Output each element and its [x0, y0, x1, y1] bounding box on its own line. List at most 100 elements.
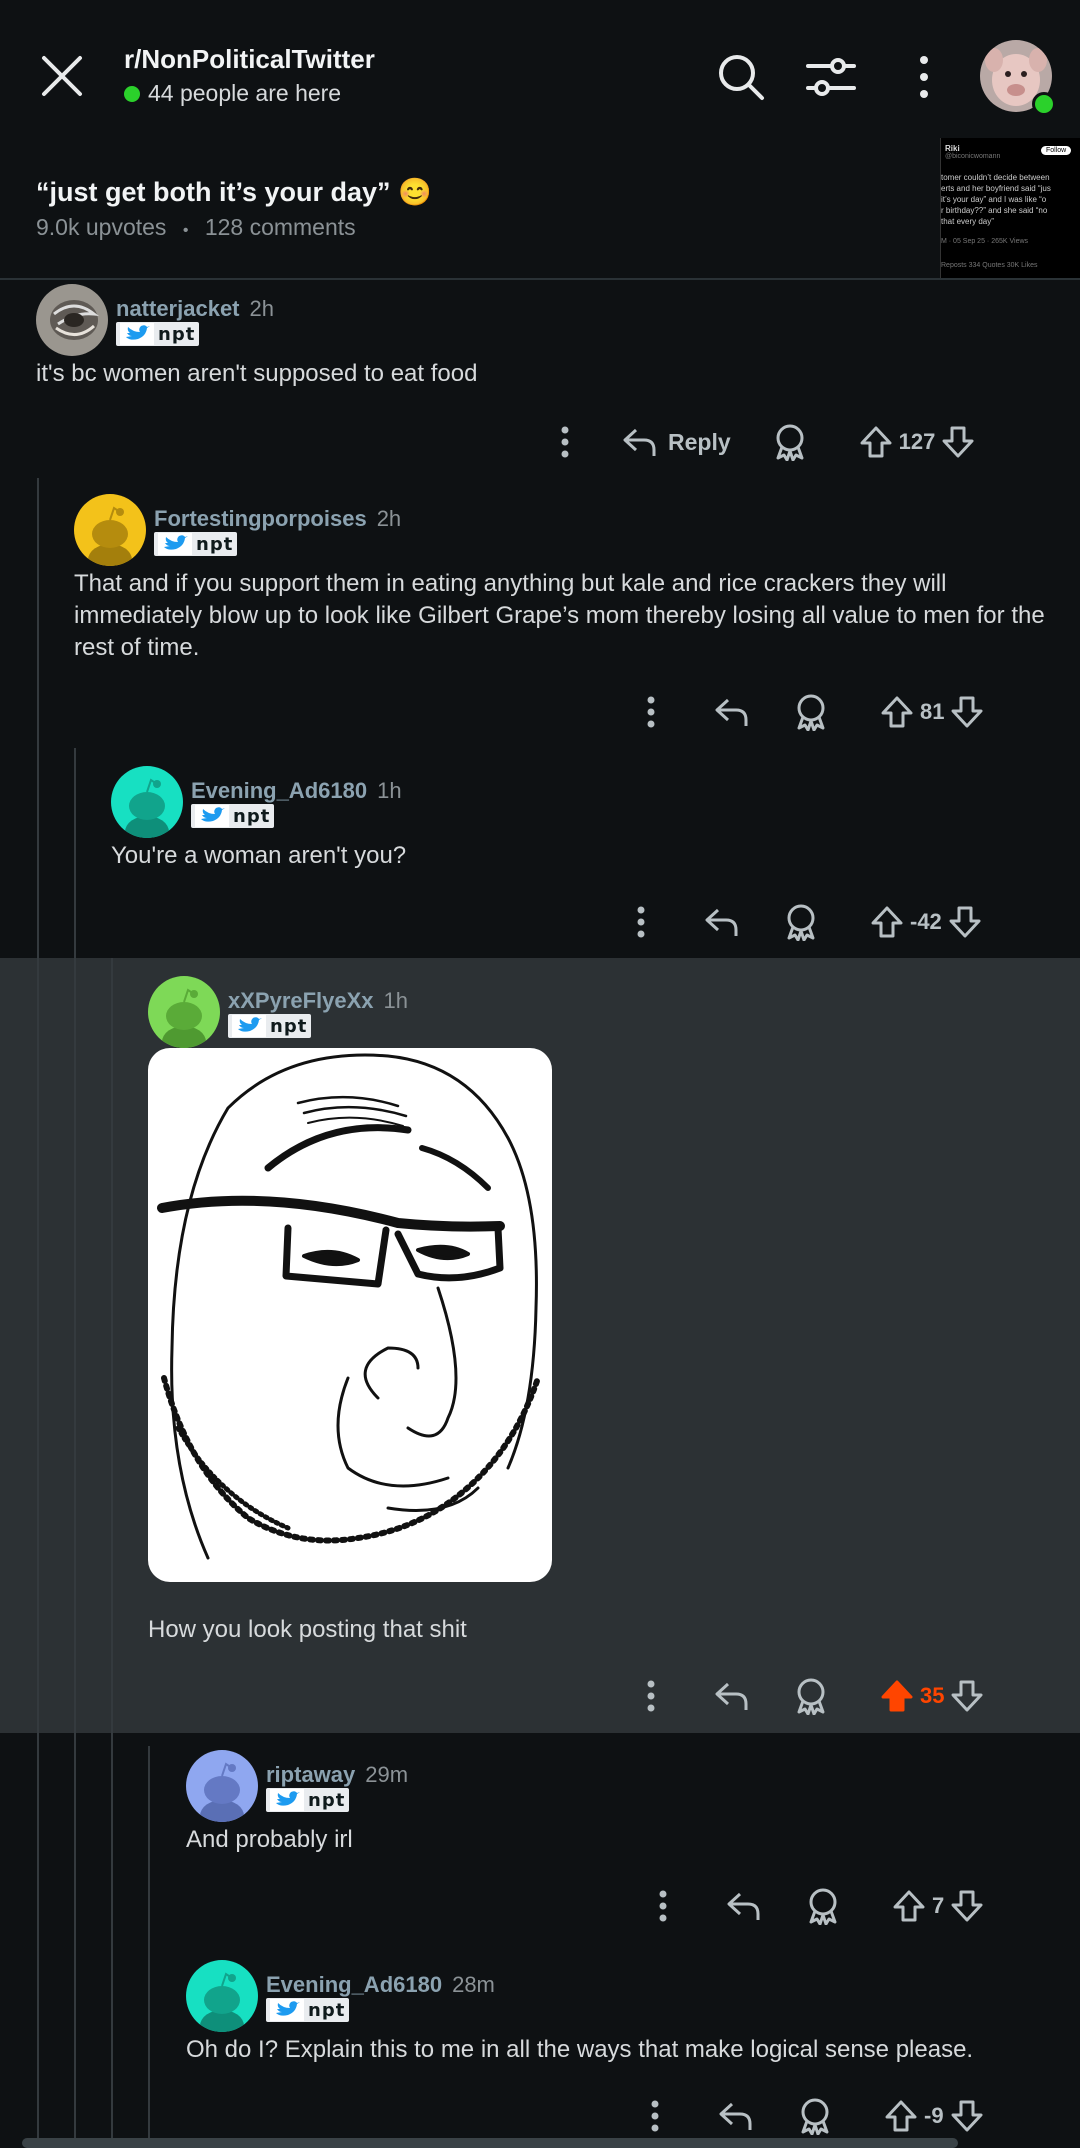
thumb-follow: Follow — [1041, 146, 1072, 155]
comment-time: 2h — [249, 296, 274, 321]
avatar[interactable] — [186, 1750, 258, 1822]
thumb-line: that every day” — [941, 217, 994, 226]
username-row: Evening_Ad6180 28m — [266, 1972, 495, 1998]
reply-label: Reply — [668, 428, 731, 455]
thumb-time: M · 05 Sep 25 · 265K Views — [941, 238, 1029, 245]
upvote-icon[interactable] — [884, 2099, 918, 2133]
downvote-icon[interactable] — [950, 695, 984, 729]
bottom-input-bar[interactable] — [22, 2138, 958, 2148]
username-row: Fortestingporpoises 2h — [154, 506, 401, 532]
avatar[interactable] — [36, 284, 108, 356]
online-count: 44 people are here — [124, 80, 341, 107]
user-flair: npt — [228, 1014, 312, 1038]
comment-actions: Reply 127 — [548, 418, 975, 466]
reply-button[interactable]: Reply — [622, 426, 731, 458]
flair-label: npt — [308, 1789, 346, 1811]
avatar[interactable] — [74, 494, 146, 566]
search-icon[interactable] — [712, 48, 770, 106]
flair-label: npt — [308, 1999, 346, 2021]
username-row: riptaway 29m — [266, 1762, 408, 1788]
thread-line[interactable] — [37, 478, 39, 2145]
reply-icon[interactable] — [704, 906, 740, 938]
vote-count: 81 — [920, 699, 945, 724]
award-icon[interactable] — [798, 2097, 832, 2135]
username[interactable]: xXPyreFlyeXx — [228, 988, 374, 1013]
online-label: 44 people are here — [148, 80, 342, 106]
thumb-name: Riki — [945, 144, 960, 153]
user-flair: npt — [154, 532, 238, 556]
comment-text: Oh do I? Explain this to me in all the w… — [186, 2036, 974, 2063]
upvote-count: 9.0k upvotes — [36, 214, 167, 240]
comment-text: And probably irl — [186, 1826, 353, 1853]
avatar[interactable] — [186, 1960, 258, 2032]
post-meta: 9.0k upvotes • 128 comments — [36, 214, 356, 241]
more-options-icon[interactable] — [638, 2099, 672, 2133]
downvote-icon[interactable] — [950, 1679, 984, 1713]
upvote-icon[interactable] — [859, 425, 893, 459]
award-icon[interactable] — [794, 1677, 828, 1715]
online-status-dot — [1032, 92, 1056, 116]
username[interactable]: Fortestingporpoises — [154, 506, 367, 531]
reply-icon[interactable] — [714, 1680, 750, 1712]
username-row: natterjacket 2h — [116, 296, 274, 322]
thumb-stats: Reposts 334 Quotes 30K Likes — [941, 262, 1038, 269]
flair-label: npt — [270, 1015, 308, 1037]
downvote-icon[interactable] — [950, 2099, 984, 2133]
comment-actions: -42 — [624, 898, 982, 946]
username[interactable]: Evening_Ad6180 — [266, 1972, 442, 1997]
reply-icon[interactable] — [718, 2100, 754, 2132]
downvote-icon[interactable] — [948, 905, 982, 939]
award-icon[interactable] — [784, 903, 818, 941]
twitter-bird-icon — [232, 1015, 266, 1037]
close-icon[interactable] — [36, 50, 88, 102]
username-row: Evening_Ad6180 1h — [191, 778, 402, 804]
avatar[interactable] — [148, 976, 220, 1048]
more-options-icon[interactable] — [895, 48, 953, 106]
filter-icon[interactable] — [802, 48, 860, 106]
upvote-icon[interactable] — [892, 1889, 926, 1923]
more-options-icon[interactable] — [646, 1889, 680, 1923]
twitter-bird-icon — [120, 323, 154, 345]
more-options-icon[interactable] — [548, 425, 582, 459]
more-options-icon[interactable] — [624, 905, 658, 939]
reply-icon[interactable] — [714, 696, 750, 728]
thumb-handle: @biconicwomann — [945, 153, 1001, 160]
comment-actions: 81 — [634, 688, 984, 736]
subreddit-name[interactable]: r/NonPoliticalTwitter — [124, 44, 375, 75]
divider — [0, 278, 1080, 280]
thumb-line: erts and her boyfriend said “jus — [941, 184, 1051, 193]
downvote-icon[interactable] — [950, 1889, 984, 1923]
award-icon[interactable] — [773, 423, 807, 461]
award-icon[interactable] — [794, 693, 828, 731]
username[interactable]: riptaway — [266, 1762, 355, 1787]
user-flair: npt — [266, 1998, 350, 2022]
username[interactable]: natterjacket — [116, 296, 240, 321]
thumb-line: it’s your day” and I was like “o — [941, 195, 1047, 204]
more-options-icon[interactable] — [634, 695, 668, 729]
comment-text: You're a woman aren't you? — [111, 842, 407, 869]
thread-line[interactable] — [111, 958, 113, 2145]
post-thumbnail[interactable]: Riki @biconicwomann Follow tomer couldn’… — [940, 138, 1080, 278]
thread-line[interactable] — [74, 748, 76, 2145]
downvote-icon[interactable] — [941, 425, 975, 459]
upvote-active-icon[interactable] — [880, 1679, 914, 1713]
avatar[interactable] — [111, 766, 183, 838]
comment-actions: 7 — [646, 1882, 984, 1930]
upvote-icon[interactable] — [880, 695, 914, 729]
comment-time: 1h — [377, 778, 402, 803]
username[interactable]: Evening_Ad6180 — [191, 778, 367, 803]
flair-label: npt — [196, 533, 234, 555]
thread-line[interactable] — [148, 1746, 150, 2145]
username-row: xXPyreFlyeXx 1h — [228, 988, 408, 1014]
comment-actions: -9 — [638, 2092, 984, 2140]
comment-image[interactable] — [148, 1048, 552, 1582]
award-icon[interactable] — [806, 1887, 840, 1925]
more-options-icon[interactable] — [634, 1679, 668, 1713]
vote-count: 35 — [920, 1683, 945, 1708]
comment-actions: 35 — [634, 1672, 984, 1720]
upvote-icon[interactable] — [870, 905, 904, 939]
thumb-line: r birthday??” and she said “no — [941, 206, 1048, 215]
reply-icon[interactable] — [726, 1890, 762, 1922]
post-title[interactable]: “just get both it’s your day” 😊 — [36, 176, 432, 208]
thumb-line: tomer couldn’t decide between — [941, 173, 1050, 182]
